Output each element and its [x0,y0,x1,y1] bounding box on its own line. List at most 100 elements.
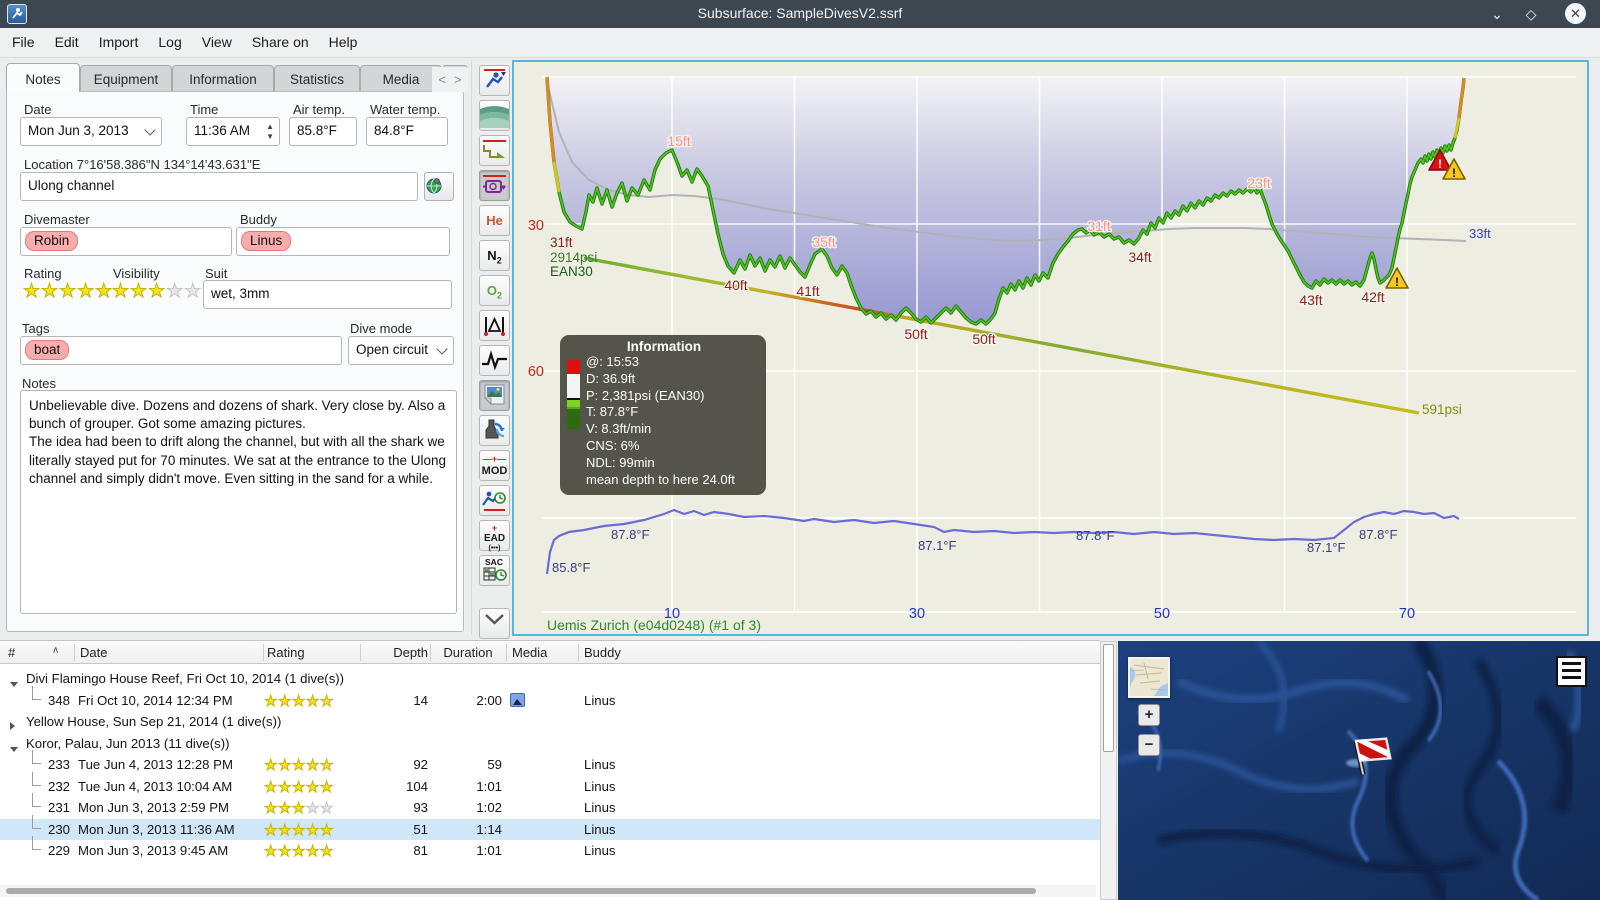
water-temp-field[interactable]: 84.8°F [366,117,448,146]
column-header-date[interactable]: Date [80,645,180,660]
visibility-stars[interactable]: ★★★★★ [111,282,202,302]
table-row[interactable]: 231 Mon Jun 3, 2013 2:59 PM ★★★★★ 93 1:02 Lin… [0,793,1100,819]
oxygen-icon[interactable]: O2 [479,275,510,306]
maximize-button[interactable]: ◇ [1520,4,1542,24]
menu-view[interactable]: View [192,28,242,50]
ceiling-steps-icon[interactable] [479,135,510,166]
time-spinner[interactable]: 11:36 AM ▲ ▼ [186,117,280,146]
vscroll-thumb[interactable] [1103,644,1114,752]
map-menu-button[interactable] [1556,656,1587,687]
dc-ceiling-icon[interactable] [479,485,510,516]
column-header-buddy[interactable]: Buddy [584,645,664,660]
table-row[interactable]: 230 Mon Jun 3, 2013 11:36 AM ★★★★★ 51 1:14 Li… [0,814,1100,840]
menu-help[interactable]: Help [319,28,368,50]
trip-row[interactable]: Koror, Palau, Jun 2013 (11 dive(s)) [0,733,1100,755]
column-header-duration[interactable]: Duration [432,645,504,660]
dive-buddy: Linus [584,800,616,815]
star-icon: ★ [291,800,306,818]
diver-icon[interactable] [479,65,510,96]
tree-branch-icon [32,750,41,764]
svg-text:31ft: 31ft [1087,218,1110,234]
mod-icon[interactable]: —+— MOD [479,450,510,481]
map-zoom-in-button[interactable]: + [1138,704,1160,726]
star-icon: ★ [305,757,320,775]
dive-mode-select[interactable]: Open circuit [348,336,454,365]
notes-textarea[interactable] [20,390,457,614]
dive-site-map[interactable]: + − [1118,641,1600,900]
horizontal-scrollbar[interactable] [0,885,1096,897]
tag-boat[interactable]: boat [25,340,70,360]
column-header-num[interactable]: # [8,645,28,660]
column-header-rating[interactable]: Rating [267,645,347,660]
vertical-scrollbar[interactable] [1100,641,1117,900]
column-header-media[interactable]: Media [512,645,562,660]
trip-row[interactable]: Yellow House, Sun Sep 21, 2014 (1 dive(s… [0,711,1100,733]
collapse-icon[interactable] [10,682,18,687]
table-row[interactable]: 229 Mon Jun 3, 2013 9:45 AM ★★★★★ 81 1:01 Lin… [0,836,1100,862]
globe-button[interactable] [424,172,454,201]
dive-profile-chart[interactable]: 30 60 10 30 50 70 15ft 35ft 31ft 23ft 40ft 41ft 50ft… [512,60,1589,636]
dive-list-header[interactable]: # Date Rating Depth Duration Media Buddy ∧ [0,641,1100,664]
ead-icon[interactable]: + EAD (•••) [479,520,510,552]
column-separator[interactable] [578,644,579,661]
table-row[interactable]: 348 Fri Oct 10, 2014 12:34 PM ★★★★★ 14 2:00 L… [0,685,1100,712]
column-header-depth[interactable]: Depth [360,645,428,660]
menu-edit[interactable]: Edit [45,28,89,50]
date-select[interactable]: Mon Jun 3, 2013 [20,117,162,146]
trip-row[interactable]: Divi Flamingo House Reef, Fri Oct 10, 20… [0,668,1100,690]
menu-share-on[interactable]: Share on [242,28,319,50]
suit-input[interactable]: wet, 3mm [203,280,452,309]
sort-ascending-icon[interactable]: ∧ [52,645,59,656]
spinner-arrows-icon[interactable]: ▲ ▼ [266,122,274,142]
air-temp-field[interactable]: 85.8°F [289,117,357,146]
tab-scroll-left-icon[interactable]: < [438,72,446,87]
map-zoom-out-button[interactable]: − [1138,734,1160,756]
divemaster-tag[interactable]: Robin [25,231,79,251]
expand-icon[interactable] [10,722,15,730]
column-separator[interactable] [506,644,507,661]
dive-computer-icon[interactable] [479,170,510,201]
scroll-down-icon[interactable] [479,608,510,639]
tab-media[interactable]: Media [360,65,442,92]
tab-equipment[interactable]: Equipment [80,65,172,92]
dive-duration: 59 [487,757,502,772]
column-separator[interactable] [430,644,431,661]
close-button[interactable]: ✕ [1565,3,1586,24]
info-box-line: NDL: 99min [586,454,655,470]
tab-notes[interactable]: Notes [6,63,80,92]
tab-statistics[interactable]: Statistics [274,65,360,92]
rating-stars[interactable]: ★★★★★ [22,282,113,302]
gas-switch-icon[interactable] [479,415,510,446]
minimize-button[interactable]: ⌄ [1486,4,1508,24]
column-separator[interactable] [360,644,361,661]
dive-date: Fri Oct 10, 2014 12:34 PM [78,692,233,708]
tab-information[interactable]: Information [172,65,274,92]
tags-input[interactable]: boat [20,336,342,365]
photos-icon[interactable] [479,380,510,411]
media-thumbnail-icon[interactable] [510,692,525,707]
hscroll-thumb[interactable] [6,888,1036,894]
location-input[interactable]: Ulong channel [20,172,418,201]
divemaster-input[interactable]: Robin [20,227,232,256]
collapse-icon[interactable] [10,746,18,752]
menu-import[interactable]: Import [89,28,149,50]
trip-label: Koror, Palau, Jun 2013 (11 dive(s)) [26,735,230,751]
table-row[interactable]: 232 Tue Jun 4, 2013 10:04 AM ★★★★★ 104 1:01 L… [0,771,1100,798]
helium-icon[interactable]: He [479,205,510,236]
star-icon: ★ [291,843,306,861]
nitrogen-icon[interactable]: N2 [479,240,510,271]
sac-icon[interactable]: SAC [479,555,510,586]
column-separator[interactable] [263,644,264,661]
table-row[interactable]: 233 Tue Jun 4, 2013 12:28 PM ★★★★★ 92 59 Linu… [0,750,1100,776]
column-separator[interactable] [74,644,75,661]
buddy-tag[interactable]: Linus [241,231,292,251]
minimap-thumbnail[interactable] [1128,657,1170,698]
menu-log[interactable]: Log [148,28,191,50]
menu-file[interactable]: File [2,28,45,50]
tab-scroll-buttons[interactable]: < > [432,67,468,92]
waves-icon[interactable] [479,100,510,131]
delta-icon[interactable] [479,310,510,341]
tab-scroll-right-icon[interactable]: > [454,72,462,87]
heartrate-icon[interactable] [479,345,510,376]
buddy-input[interactable]: Linus [236,227,450,256]
